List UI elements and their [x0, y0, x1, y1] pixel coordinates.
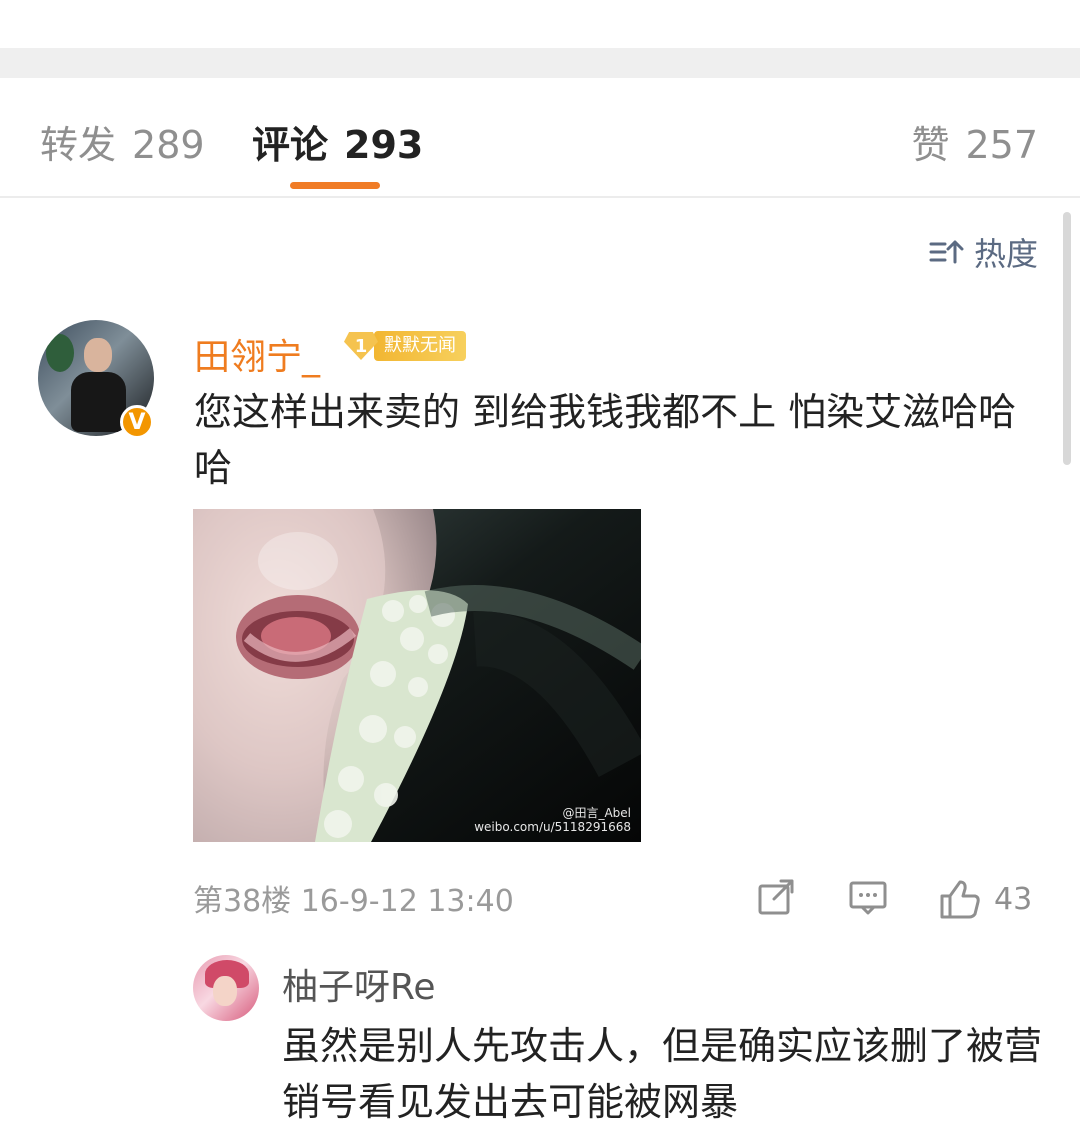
member-level-icon: 1 [344, 332, 378, 360]
reply-avatar-face [213, 976, 237, 1006]
tab-repost[interactable]: 转发 289 [40, 114, 205, 169]
avatar-face [84, 338, 112, 372]
top-spacing [0, 0, 1080, 48]
avatar-background [46, 334, 74, 372]
thumbs-up-icon [940, 880, 980, 919]
comment-tabs: 转发 289 评论 293 赞 257 [0, 78, 1080, 198]
tab-repost-count: 289 [132, 123, 205, 167]
tab-like-count: 257 [965, 123, 1038, 167]
commenter-username[interactable]: 田翎宁_ [194, 328, 320, 380]
like-count: 43 [994, 881, 1033, 917]
member-badge-label: 默默无闻 [374, 331, 466, 361]
reply-avatar[interactable] [193, 955, 259, 1021]
vertical-scrollbar[interactable] [1063, 212, 1071, 465]
like-button[interactable]: 43 [938, 877, 1042, 921]
comment-meta: 第38楼 16-9-12 13:40 [193, 884, 514, 919]
reply-icon[interactable] [848, 877, 888, 917]
repost-icon[interactable] [756, 877, 796, 917]
comment-body: 您这样出来卖的 到给我钱我都不上 怕染艾滋哈哈哈 [194, 390, 1017, 490]
image-watermark-line1: @田言_Abel [562, 806, 631, 820]
tab-comment-label: 评论 [252, 123, 329, 167]
tab-like-label: 赞 [911, 123, 950, 167]
top-separator-band [0, 48, 1080, 78]
reply-body: 虽然是别人先攻击人，但是确实应该删了被营销号看见发出去可能被网暴 [282, 1024, 1043, 1124]
verified-icon: V [120, 405, 154, 439]
sort-by-popularity-button[interactable]: 热度 [928, 229, 1038, 275]
sort-icon [929, 240, 964, 264]
sort-label: 热度 [973, 235, 1038, 273]
comment-image[interactable]: @田言_Abel weibo.com/u/5118291668 [193, 509, 641, 842]
reply-username[interactable]: 柚子呀Re [282, 958, 436, 1010]
image-watermark: @田言_Abel weibo.com/u/5118291668 [474, 806, 631, 834]
active-tab-indicator [290, 182, 380, 189]
tab-like[interactable]: 赞 257 [911, 114, 1038, 169]
avatar-body [71, 372, 126, 432]
image-watermark-line2: weibo.com/u/5118291668 [474, 820, 631, 834]
tab-repost-label: 转发 [40, 123, 117, 167]
comment-image-photo [193, 509, 641, 842]
tab-comment-count: 293 [344, 123, 424, 167]
member-badge: 1 默默无闻 [344, 331, 466, 361]
tab-comment[interactable]: 评论 293 [252, 114, 423, 169]
